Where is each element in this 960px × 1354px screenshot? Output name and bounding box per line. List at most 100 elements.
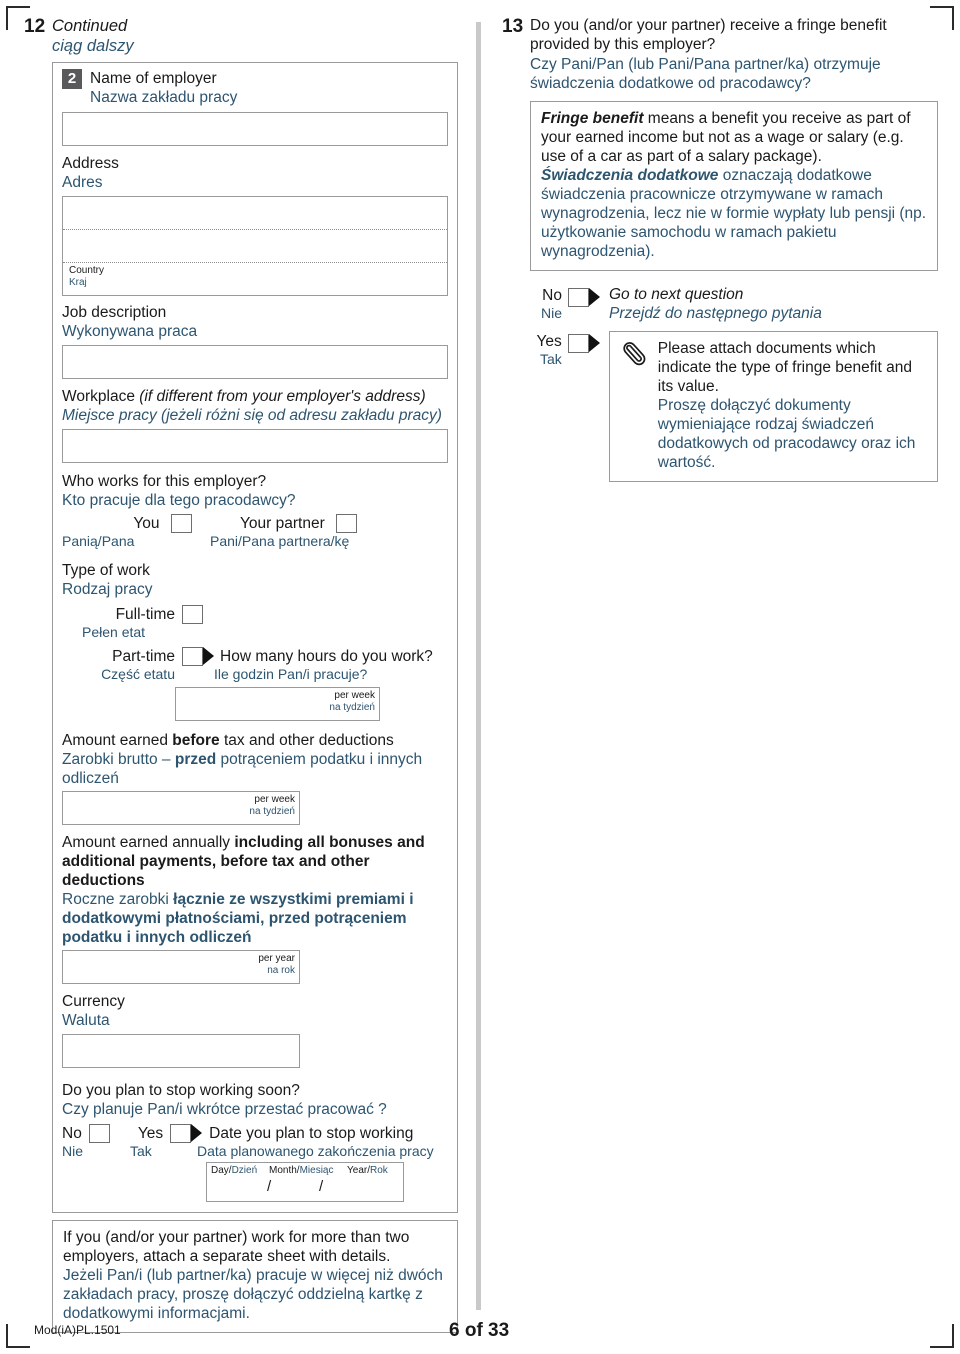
annual-unit-pl: na rok xyxy=(267,965,295,977)
fringe-no-row: No Nie Go to next question Przejdź do na… xyxy=(520,285,938,323)
amount-before-tax-input[interactable]: per week na tydzień xyxy=(62,791,300,826)
workplace-label-en: Workplace (if different from your employ… xyxy=(62,387,448,406)
fulltime-label-en: Full-time xyxy=(115,606,175,624)
fringe-no-label-pl: Nie xyxy=(540,305,562,321)
country-label-en: Country xyxy=(69,265,105,276)
stop-no-label-pl: Nie xyxy=(62,1143,84,1160)
date-month-header-en: Month/ xyxy=(269,1165,300,1177)
stop-working-question-pl: Czy planuje Pan/i wkrótce przestać praco… xyxy=(62,1101,387,1119)
partner-label-en: Your partner xyxy=(240,515,325,532)
partner-checkbox[interactable] xyxy=(336,514,358,534)
who-works-label-pl: Kto pracuje dla tego pracodawcy? xyxy=(62,492,296,509)
fringe-no-flow-arrow-icon xyxy=(589,287,600,306)
more-employers-note-en: If you (and/or your partner) work for mo… xyxy=(63,1229,410,1266)
workplace-label-en-note: (if different from your employer's addre… xyxy=(139,388,426,405)
fulltime-checkbox[interactable] xyxy=(182,605,203,625)
date-month-header: Month/Miesiąc xyxy=(269,1165,347,1177)
before-tax-label-pl: Zarobki brutto – przed potrąceniem podat… xyxy=(62,750,448,788)
partner-label-pl: Pani/Pana partnera/kę xyxy=(210,533,350,550)
fringe-no-checkbox[interactable] xyxy=(568,288,589,307)
workplace-label-pl: Miejsce pracy (jeżeli różni się od adres… xyxy=(62,407,442,424)
stop-yes-checkbox[interactable] xyxy=(170,1124,192,1144)
before-tax-unit-en: per week xyxy=(254,794,295,806)
before-tax-en-part1: Amount earned xyxy=(62,732,173,750)
stop-working-question-en: Do you plan to stop working soon? xyxy=(62,1082,300,1100)
employer-details-panel: 2 Name of employer Nazwa zakładu pracy A… xyxy=(52,62,458,1214)
question-13-text-en: Do you (and/or your partner) receive a f… xyxy=(530,17,887,53)
goto-next-question-en: Go to next question xyxy=(609,286,744,303)
address-country-input[interactable]: Country Kraj xyxy=(63,263,447,295)
workplace-input[interactable] xyxy=(62,429,448,463)
attach-documents-en: Please attach documents which indicate t… xyxy=(657,340,912,395)
fringe-definition-pl-term: Świadczenia dodatkowe xyxy=(541,167,719,184)
fringe-no-label-en: No xyxy=(542,287,562,304)
workplace-label-en-main: Workplace xyxy=(62,388,135,405)
question-13-text-pl: Czy Pani/Pan (lub Pani/Pana partner/ka) … xyxy=(530,56,881,92)
fulltime-label-pl: Pełen etat xyxy=(82,624,146,641)
employer-name-label-en: Name of employer xyxy=(90,70,217,87)
crop-mark-bottom-right xyxy=(930,1324,954,1348)
address-line-1-input[interactable] xyxy=(63,197,447,230)
who-works-partner-group: Your partner xyxy=(240,514,358,534)
question-12-title-pl: ciąg dalszy xyxy=(52,37,134,55)
attach-documents-pl: Proszę dołączyć dokumenty wymieniające r… xyxy=(657,397,916,471)
who-works-you-group: You xyxy=(62,514,192,534)
before-tax-en-part2: tax and other deductions xyxy=(219,732,394,750)
fringe-yes-row: Yes Tak Please attach documents which in… xyxy=(520,331,938,482)
amount-annual-input[interactable]: per year na rok xyxy=(62,950,300,985)
hours-per-week-input[interactable]: per week na tydzień xyxy=(175,687,380,722)
currency-input[interactable] xyxy=(62,1034,300,1069)
attach-documents-box: Please attach documents which indicate t… xyxy=(608,331,938,482)
address-label-pl: Adres xyxy=(62,174,103,191)
parttime-checkbox[interactable] xyxy=(182,647,203,667)
sub-question-number-badge: 2 xyxy=(62,69,82,89)
country-label-pl: Kraj xyxy=(69,277,87,288)
stop-working-options: No Yes Date you plan to stop working xyxy=(62,1123,448,1144)
date-day-header-en: Day/ xyxy=(211,1165,232,1177)
stop-no-label-en: No xyxy=(62,1125,82,1143)
column-divider xyxy=(476,22,481,1310)
who-works-label-en: Who works for this employer? xyxy=(62,473,267,490)
fringe-yes-checkbox[interactable] xyxy=(567,334,589,353)
hours-unit-en: per week xyxy=(334,690,375,702)
stop-date-label-en: Date you plan to stop working xyxy=(209,1125,414,1143)
type-of-work-label-pl: Rodzaj pracy xyxy=(62,581,153,599)
you-label-en: You xyxy=(133,515,160,532)
paperclip-icon xyxy=(620,339,654,374)
date-year-header: Year/Rok xyxy=(347,1165,388,1177)
date-year-header-pl: Rok xyxy=(369,1165,388,1177)
annual-pl-part1: Roczne zarobki xyxy=(62,891,174,909)
address-line-2-input[interactable] xyxy=(63,230,447,263)
employer-name-group: 2 Name of employer Nazwa zakładu pracy xyxy=(62,69,448,107)
parttime-label-en: Part-time xyxy=(112,648,175,666)
question-13-number: 13 xyxy=(502,16,524,37)
before-tax-pl-part1: Zarobki brutto – xyxy=(62,751,175,769)
fringe-benefit-definition-box: Fringe benefit means a benefit you recei… xyxy=(530,101,938,271)
fringe-definition-en: Fringe benefit means a benefit you recei… xyxy=(541,109,927,166)
fringe-yes-flow-arrow-icon xyxy=(588,333,600,352)
stop-date-label-pl: Data planowanego zakończenia pracy xyxy=(197,1143,434,1160)
date-month-header-pl: Miesiąc xyxy=(299,1165,334,1177)
employer-name-input[interactable] xyxy=(62,112,448,146)
before-tax-en-bold: before xyxy=(172,732,220,750)
question-12-header: 12 Continued ciąg dalszy xyxy=(24,16,460,56)
goto-next-question-pl: Przejdź do następnego pytania xyxy=(609,305,822,322)
question-13-header: 13 Do you (and/or your partner) receive … xyxy=(502,16,938,93)
employer-name-label-pl: Nazwa zakładu pracy xyxy=(90,89,238,106)
job-description-input[interactable] xyxy=(62,345,448,379)
question-12-title-en: Continued xyxy=(52,17,128,35)
parttime-label-pl: Część etatu xyxy=(101,666,175,683)
type-of-work-label-en: Type of work xyxy=(62,562,150,580)
question-12-number: 12 xyxy=(24,16,46,37)
more-employers-note-pl: Jeżeli Pan/i (lub partner/ka) pracuje w … xyxy=(63,1267,443,1323)
stop-yes-flow-arrow-icon xyxy=(191,1123,203,1142)
parttime-group: Part-time How many hours do you work? Cz… xyxy=(62,646,448,684)
currency-label-pl: Waluta xyxy=(62,1012,110,1030)
currency-label-en: Currency xyxy=(62,993,125,1011)
fringe-definition-en-term: Fringe benefit xyxy=(541,110,644,127)
you-checkbox[interactable] xyxy=(171,514,192,534)
stop-yes-label-en: Yes xyxy=(137,1125,164,1143)
stop-no-checkbox[interactable] xyxy=(88,1124,110,1144)
job-description-label-pl: Wykonywana praca xyxy=(62,323,198,340)
stop-date-input-group[interactable]: Day/Dzień Month/Miesiąc Year/Rok / / xyxy=(206,1162,404,1203)
